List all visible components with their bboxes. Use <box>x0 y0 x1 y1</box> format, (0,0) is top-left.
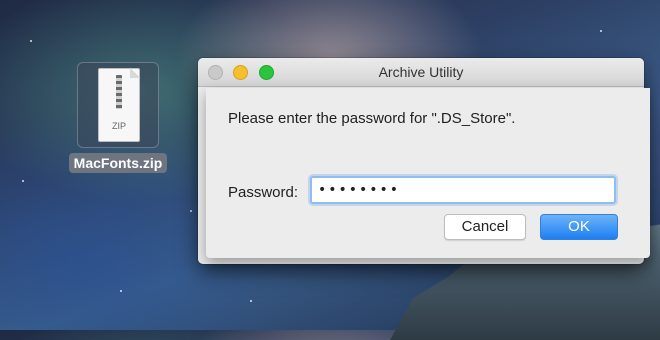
wallpaper-star <box>250 300 252 302</box>
zip-file-icon[interactable]: ZIP <box>77 62 159 148</box>
wallpaper-star <box>600 30 602 32</box>
wallpaper-star <box>22 180 24 182</box>
wallpaper-star <box>30 40 32 42</box>
zipper-icon <box>116 75 122 109</box>
password-prompt: Please enter the password for ".DS_Store… <box>228 110 516 127</box>
ok-button[interactable]: OK <box>540 214 618 240</box>
wallpaper-star <box>190 210 192 212</box>
archive-utility-window: Archive Utility Please enter the passwor… <box>198 58 650 264</box>
password-label: Password: <box>228 184 299 201</box>
wallpaper-star <box>120 290 122 292</box>
window-titlebar[interactable]: Archive Utility <box>198 58 644 87</box>
password-sheet: Please enter the password for ".DS_Store… <box>206 88 650 258</box>
zip-document-shape: ZIP <box>98 68 140 142</box>
file-type-label: ZIP <box>111 121 126 131</box>
password-field[interactable] <box>310 176 616 204</box>
desktop-file-macfonts[interactable]: ZIP MacFonts.zip <box>68 62 168 173</box>
window-title: Archive Utility <box>378 64 464 80</box>
file-name-label[interactable]: MacFonts.zip <box>68 153 168 173</box>
cancel-button[interactable]: Cancel <box>444 214 526 240</box>
